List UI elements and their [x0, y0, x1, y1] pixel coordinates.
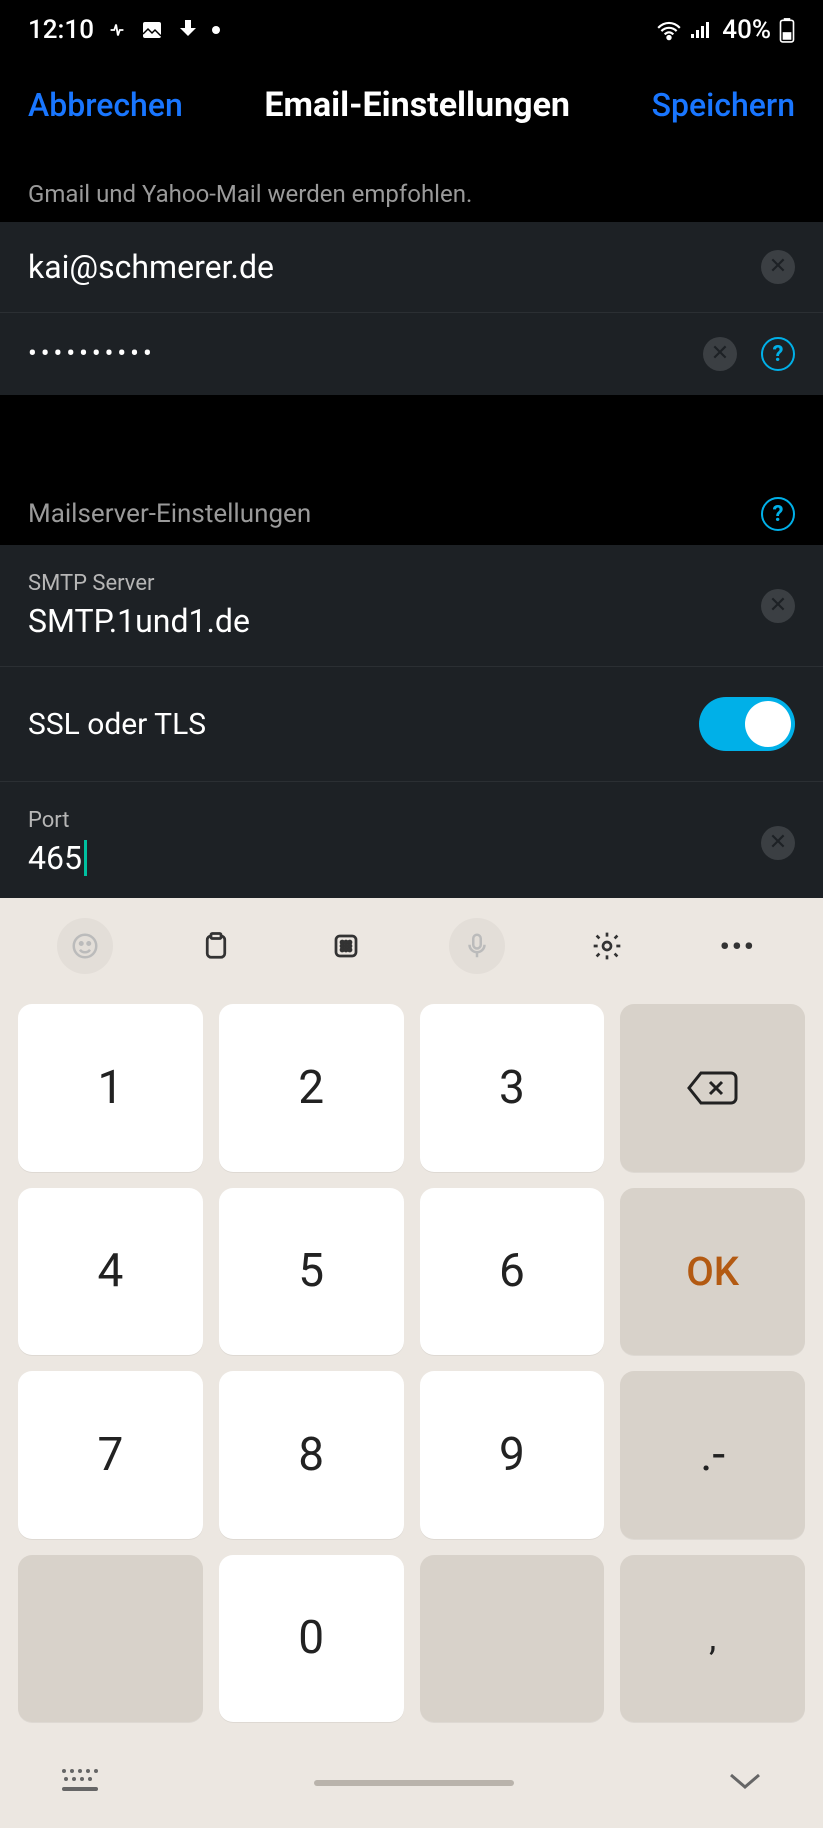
- account-hint: Gmail und Yahoo-Mail werden empfohlen.: [0, 150, 823, 222]
- nav-handle[interactable]: [314, 1780, 514, 1786]
- account-section: kai@schmerer.de ✕ •••••••••• ✕ ?: [0, 222, 823, 395]
- port-field-row[interactable]: Port 465 ✕: [0, 782, 823, 903]
- clipboard-icon[interactable]: [188, 918, 244, 974]
- clear-smtp-button[interactable]: ✕: [761, 589, 795, 623]
- clear-email-button[interactable]: ✕: [761, 250, 795, 284]
- key-blank-right[interactable]: [420, 1555, 605, 1723]
- smtp-value: SMTP.1und1.de: [28, 602, 795, 640]
- wifi-icon: [656, 19, 682, 41]
- key-3[interactable]: 3: [420, 1004, 605, 1172]
- keyboard-switch-icon[interactable]: [60, 1767, 100, 1799]
- ssl-label: SSL oder TLS: [28, 707, 206, 742]
- ssl-toggle-row: SSL oder TLS: [0, 667, 823, 782]
- clear-port-button[interactable]: ✕: [761, 826, 795, 860]
- cancel-button[interactable]: Abbrechen: [28, 86, 183, 124]
- password-field-row[interactable]: •••••••••• ✕ ?: [0, 313, 823, 395]
- key-symbols-1[interactable]: .-: [620, 1371, 805, 1539]
- key-9[interactable]: 9: [420, 1371, 605, 1539]
- port-value: 465: [28, 839, 795, 877]
- email-field-row[interactable]: kai@schmerer.de ✕: [0, 222, 823, 313]
- password-value: ••••••••••: [28, 339, 795, 369]
- port-label: Port: [28, 808, 795, 833]
- status-bar: 12:10 40%: [0, 0, 823, 60]
- image-icon: [140, 18, 164, 42]
- smtp-field-row[interactable]: SMTP Server SMTP.1und1.de ✕: [0, 545, 823, 667]
- email-value: kai@schmerer.de: [28, 248, 795, 286]
- save-button[interactable]: Speichern: [652, 86, 795, 124]
- status-battery-text: 40%: [722, 15, 771, 45]
- key-8[interactable]: 8: [219, 1371, 404, 1539]
- key-4[interactable]: 4: [18, 1188, 203, 1356]
- port-value-text: 465: [28, 839, 82, 877]
- keyboard-collapse-icon[interactable]: [727, 1769, 763, 1797]
- key-7[interactable]: 7: [18, 1371, 203, 1539]
- key-backspace[interactable]: [620, 1004, 805, 1172]
- keypad-grid: 1 2 3 4 5 6 OK 7 8 9 .- 0 ,: [0, 994, 823, 1738]
- mailserver-help-button[interactable]: ?: [761, 497, 795, 531]
- toggle-knob: [745, 701, 791, 747]
- activity-icon: [106, 19, 128, 41]
- gear-icon[interactable]: [579, 918, 635, 974]
- download-icon: [176, 18, 200, 42]
- password-help-button[interactable]: ?: [761, 337, 795, 371]
- key-ok[interactable]: OK: [620, 1188, 805, 1356]
- more-icon[interactable]: •••: [710, 918, 766, 974]
- key-1[interactable]: 1: [18, 1004, 203, 1172]
- mailserver-section: SMTP Server SMTP.1und1.de ✕ SSL oder TLS…: [0, 545, 823, 903]
- page-title: Email-Einstellungen: [183, 85, 652, 125]
- key-symbols-2[interactable]: ,: [620, 1555, 805, 1723]
- grid-icon[interactable]: [318, 918, 374, 974]
- status-time: 12:10: [28, 15, 94, 45]
- text-cursor: [84, 840, 87, 876]
- page-header: Abbrechen Email-Einstellungen Speichern: [0, 60, 823, 150]
- key-blank-left[interactable]: [18, 1555, 203, 1723]
- clear-password-button[interactable]: ✕: [703, 337, 737, 371]
- emoji-icon[interactable]: [57, 918, 113, 974]
- mailserver-section-header: Mailserver-Einstellungen ?: [0, 451, 823, 545]
- battery-icon: [779, 17, 795, 43]
- key-6[interactable]: 6: [420, 1188, 605, 1356]
- ssl-toggle[interactable]: [699, 697, 795, 751]
- dot-icon: [212, 26, 220, 34]
- keyboard-bottom-bar: [0, 1738, 823, 1828]
- key-5[interactable]: 5: [219, 1188, 404, 1356]
- mailserver-section-label: Mailserver-Einstellungen: [28, 499, 311, 529]
- keyboard-toolbar: •••: [0, 898, 823, 994]
- key-2[interactable]: 2: [219, 1004, 404, 1172]
- microphone-icon[interactable]: [449, 918, 505, 974]
- smtp-label: SMTP Server: [28, 571, 795, 596]
- numeric-keyboard: ••• 1 2 3 4 5 6 OK 7 8 9 .- 0 ,: [0, 898, 823, 1828]
- key-0[interactable]: 0: [219, 1555, 404, 1723]
- signal-icon: [690, 20, 714, 40]
